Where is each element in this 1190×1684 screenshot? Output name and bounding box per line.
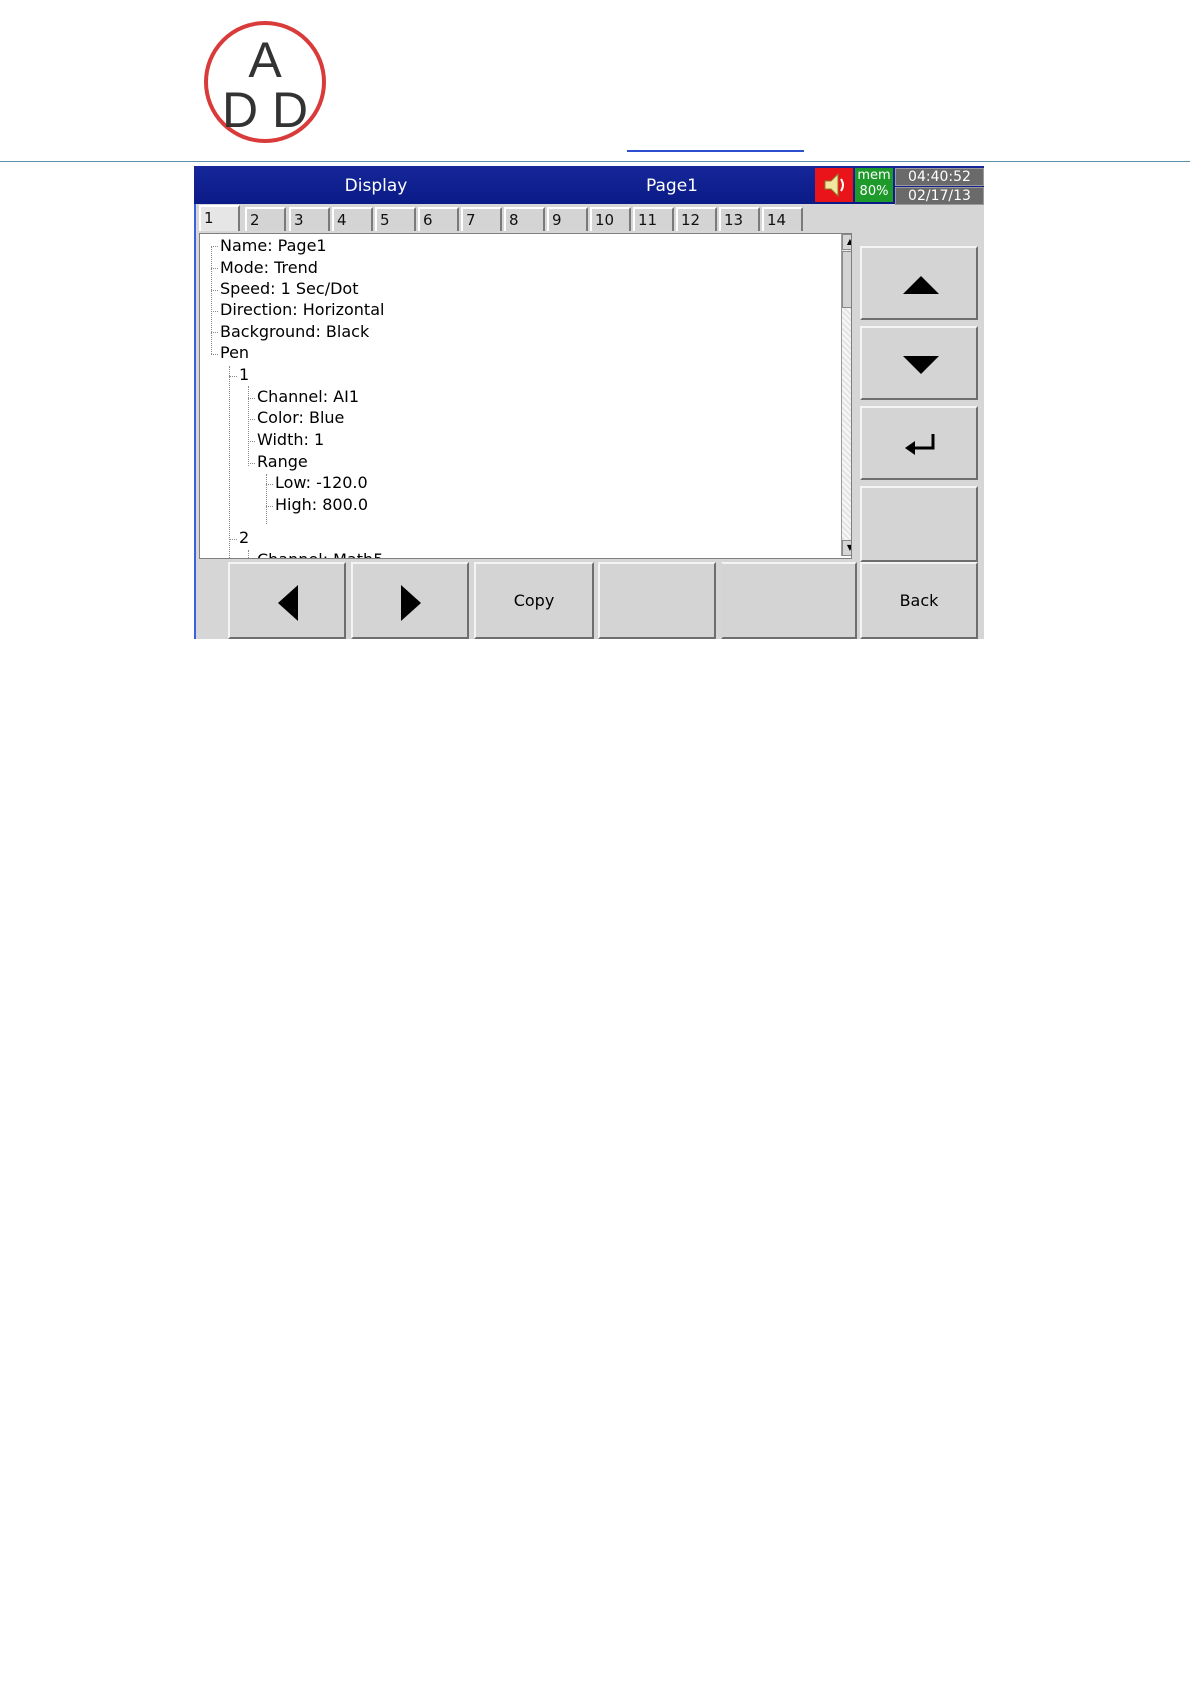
tree-guide xyxy=(211,332,218,333)
tree-item-pen1-high[interactable]: High: 800.0 xyxy=(275,495,368,514)
tree-item-mode[interactable]: Mode: Trend xyxy=(220,258,318,277)
svg-text:A: A xyxy=(248,32,282,88)
tab-13[interactable]: 13 xyxy=(719,207,760,231)
enter-icon xyxy=(905,434,935,455)
previous-button[interactable] xyxy=(228,562,346,639)
tree-guide xyxy=(211,268,218,269)
tree-item-background[interactable]: Background: Black xyxy=(220,322,369,341)
tree-guide xyxy=(211,311,218,312)
down-arrow-icon xyxy=(903,356,939,374)
tree-guide xyxy=(229,366,230,558)
speaker-icon[interactable] xyxy=(815,168,853,202)
tree-guide xyxy=(211,246,218,247)
tree-item-pen1-channel[interactable]: Channel: AI1 xyxy=(257,387,359,406)
tree-guide xyxy=(266,474,267,524)
tree-guide xyxy=(248,398,255,399)
tree-guide xyxy=(211,246,212,354)
up-button[interactable] xyxy=(860,246,978,320)
back-button[interactable]: Back xyxy=(860,562,978,639)
settings-tree[interactable]: Name: Page1 Mode: Trend Speed: 1 Sec/Dot… xyxy=(199,233,852,559)
page-tabs: 1 2 3 4 5 6 7 8 9 10 11 12 13 14 xyxy=(199,205,849,231)
clock-time: 04:40:52 xyxy=(895,168,984,186)
page-title: Page1 xyxy=(646,176,698,196)
tree-item-direction[interactable]: Direction: Horizontal xyxy=(220,300,384,319)
tree-item-pen1-color[interactable]: Color: Blue xyxy=(257,408,344,427)
tree-guide xyxy=(229,539,237,540)
tree-item-pen1-width[interactable]: Width: 1 xyxy=(257,430,324,449)
tree-item-pen2-channel[interactable]: Channel: Math5 xyxy=(257,550,383,558)
tab-12[interactable]: 12 xyxy=(676,207,717,231)
tree-item-speed[interactable]: Speed: 1 Sec/Dot xyxy=(220,279,358,298)
add-logo: A D D xyxy=(203,20,327,144)
tree-guide xyxy=(248,419,255,420)
tab-7[interactable]: 7 xyxy=(461,207,502,231)
tab-2[interactable]: 2 xyxy=(245,207,286,231)
device-screen: Display Page1 mem 80% 04:40:52 02/17/13 … xyxy=(194,166,984,639)
tree-guide xyxy=(211,354,218,355)
scroll-down-icon[interactable]: ▼ xyxy=(842,540,851,556)
tab-6[interactable]: 6 xyxy=(418,207,459,231)
blank-bottom-area xyxy=(721,562,857,639)
tab-11[interactable]: 11 xyxy=(633,207,674,231)
tree-guide xyxy=(266,506,273,507)
scroll-up-icon[interactable]: ▲ xyxy=(842,234,851,250)
tree-guide xyxy=(248,463,255,464)
mem-value: 80% xyxy=(859,184,889,199)
enter-button[interactable] xyxy=(860,406,978,480)
memory-indicator: mem 80% xyxy=(855,168,893,202)
tree-item-name[interactable]: Name: Page1 xyxy=(220,236,327,255)
tree-item-pen-1[interactable]: 1 xyxy=(239,365,249,384)
tree-item-pen-2[interactable]: 2 xyxy=(239,528,249,547)
tree-scrollbar[interactable]: ▲ ▼ xyxy=(841,234,851,556)
tree-guide xyxy=(229,376,237,377)
tree-guide xyxy=(248,550,249,558)
tab-5[interactable]: 5 xyxy=(375,207,416,231)
tree-item-pen[interactable]: Pen xyxy=(220,343,249,362)
blank-bottom-button[interactable] xyxy=(598,562,716,639)
screen-left-edge xyxy=(194,204,196,639)
mem-label: mem xyxy=(857,168,891,183)
right-arrow-icon xyxy=(401,585,421,621)
tab-8[interactable]: 8 xyxy=(504,207,545,231)
clock: 04:40:52 02/17/13 xyxy=(895,168,984,205)
tree-item-pen1-low[interactable]: Low: -120.0 xyxy=(275,473,368,492)
next-button[interactable] xyxy=(351,562,469,639)
tree-guide xyxy=(248,441,255,442)
up-arrow-icon xyxy=(903,276,939,294)
down-button[interactable] xyxy=(860,326,978,400)
scroll-thumb[interactable] xyxy=(842,251,851,308)
svg-text:D: D xyxy=(222,82,258,138)
tree-guide xyxy=(266,484,273,485)
header-divider xyxy=(0,161,1190,162)
left-arrow-icon xyxy=(278,585,298,621)
tree-guide xyxy=(211,290,218,291)
tab-1[interactable]: 1 xyxy=(199,205,240,231)
blank-side-button[interactable] xyxy=(860,486,978,562)
tab-4[interactable]: 4 xyxy=(332,207,373,231)
tree-item-pen1-range[interactable]: Range xyxy=(257,452,308,471)
link-underline[interactable] xyxy=(627,150,804,152)
tab-9[interactable]: 9 xyxy=(547,207,588,231)
tab-14[interactable]: 14 xyxy=(762,207,803,231)
screen-title: Display xyxy=(344,176,408,196)
tab-3[interactable]: 3 xyxy=(289,207,330,231)
tab-10[interactable]: 10 xyxy=(590,207,631,231)
clock-date: 02/17/13 xyxy=(895,187,984,205)
svg-text:D: D xyxy=(272,82,308,138)
copy-button[interactable]: Copy xyxy=(474,562,594,639)
